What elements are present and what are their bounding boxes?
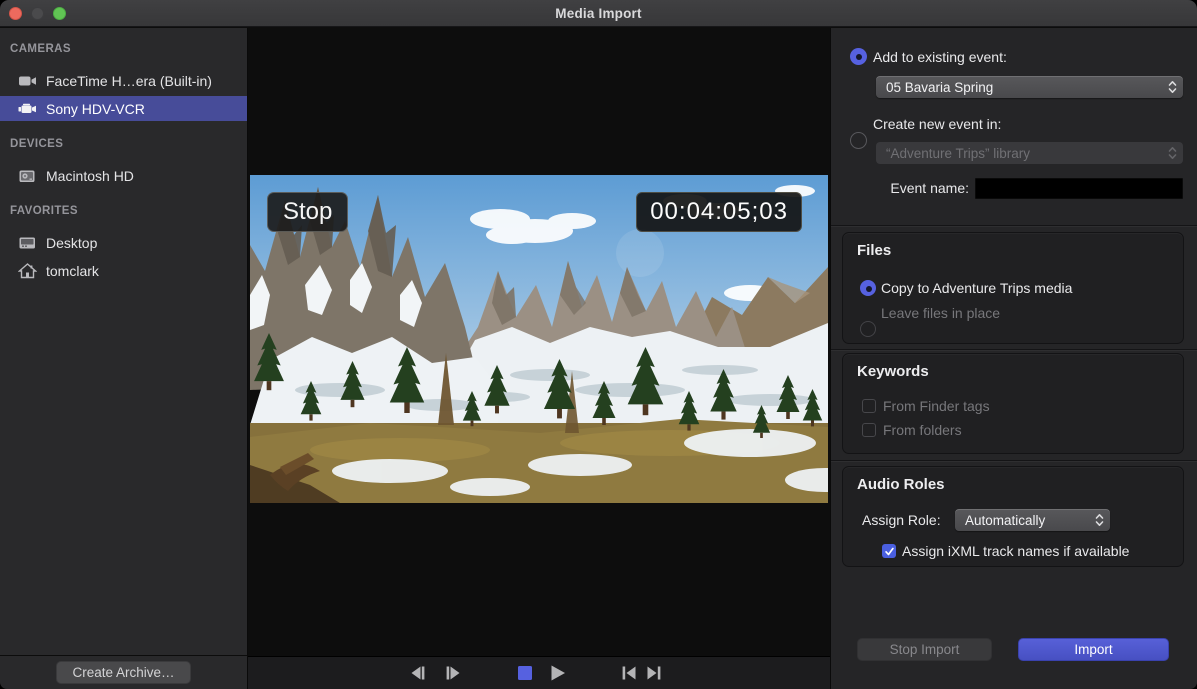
chevron-up-down-icon — [1095, 513, 1104, 527]
add-to-existing-event-radio[interactable] — [850, 48, 867, 65]
create-new-event-label: Create new event in: — [873, 116, 1001, 132]
assign-role-label: Assign Role: — [862, 512, 941, 528]
keywords-group-title: Keywords — [857, 363, 929, 380]
audio-roles-group: Audio Roles Assign Role: Automatically A… — [842, 466, 1184, 567]
video-camera-icon — [18, 73, 37, 89]
sidebar-item-sony-hdv-vcr[interactable]: Sony HDV-VCR — [0, 96, 247, 121]
section-header-cameras: CAMERAS — [10, 43, 71, 55]
event-name-input[interactable] — [975, 178, 1183, 199]
section-header-favorites: FAVORITES — [10, 205, 78, 217]
sidebar-item-label: FaceTime H…era (Built-in) — [46, 73, 212, 89]
media-import-window: Media Import CAMERAS FaceTime H…era (Bui… — [0, 0, 1197, 689]
create-new-event-radio[interactable] — [850, 132, 867, 149]
assign-role-value: Automatically — [965, 513, 1045, 528]
step-backward-button[interactable] — [409, 665, 427, 682]
from-finder-tags-label: From Finder tags — [883, 398, 990, 414]
traffic-lights — [9, 7, 66, 20]
sidebar-item-desktop[interactable]: Desktop — [0, 230, 247, 255]
timecode-display: 00:04:05;03 — [636, 192, 802, 232]
checkmark-icon — [884, 546, 895, 557]
sidebar-item-label: tomclark — [46, 263, 99, 279]
close-button[interactable] — [9, 7, 22, 20]
zoom-button[interactable] — [53, 7, 66, 20]
step-forward-button[interactable] — [444, 665, 462, 682]
sidebar: CAMERAS FaceTime H…era (Built-in) Sony H… — [0, 28, 248, 689]
sidebar-item-label: Sony HDV-VCR — [46, 101, 145, 117]
from-folders-checkbox — [862, 423, 876, 437]
copy-to-media-radio[interactable] — [860, 280, 876, 296]
add-to-existing-event-label: Add to existing event: — [873, 49, 1007, 65]
from-folders-label: From folders — [883, 422, 962, 438]
create-archive-button[interactable]: Create Archive… — [56, 661, 191, 684]
files-group-title: Files — [857, 242, 891, 259]
chevron-up-down-icon — [1168, 146, 1177, 160]
sidebar-footer: Create Archive… — [0, 655, 247, 689]
assign-role-dropdown[interactable]: Automatically — [955, 509, 1110, 531]
sidebar-item-label: Macintosh HD — [46, 168, 134, 184]
stop-capture-overlay-button[interactable]: Stop — [267, 192, 348, 232]
home-icon — [18, 263, 37, 279]
audio-roles-group-title: Audio Roles — [857, 476, 945, 493]
ixml-track-names-checkbox[interactable] — [882, 544, 896, 558]
event-name-label: Event name: — [876, 180, 969, 196]
previous-clip-button[interactable] — [620, 665, 638, 682]
existing-event-dropdown[interactable]: 05 Bavaria Spring — [876, 76, 1183, 98]
desktop-icon — [18, 235, 37, 251]
next-clip-button[interactable] — [645, 665, 663, 682]
transport-bar — [248, 656, 830, 689]
existing-event-value: 05 Bavaria Spring — [886, 80, 993, 95]
ixml-track-names-label: Assign iXML track names if available — [902, 543, 1129, 559]
files-group: Files Copy to Adventure Trips media Leav… — [842, 232, 1184, 344]
hard-drive-icon — [18, 168, 37, 184]
sidebar-item-label: Desktop — [46, 235, 97, 251]
video-preview[interactable]: Stop 00:04:05;03 — [250, 175, 828, 503]
play-button[interactable] — [550, 664, 567, 682]
keywords-group: Keywords From Finder tags From folders — [842, 353, 1184, 454]
copy-to-media-label: Copy to Adventure Trips media — [881, 280, 1072, 296]
from-finder-tags-checkbox — [862, 399, 876, 413]
library-dropdown: “Adventure Trips” library — [876, 142, 1183, 164]
window-title: Media Import — [555, 6, 641, 21]
sidebar-item-tomclark[interactable]: tomclark — [0, 258, 247, 283]
stop-import-button: Stop Import — [857, 638, 992, 661]
titlebar: Media Import — [0, 0, 1197, 27]
camcorder-icon — [18, 101, 37, 117]
chevron-up-down-icon — [1168, 80, 1177, 94]
import-button[interactable]: Import — [1018, 638, 1169, 661]
sidebar-item-macintosh-hd[interactable]: Macintosh HD — [0, 163, 247, 188]
library-value: “Adventure Trips” library — [886, 146, 1030, 161]
stop-playback-button[interactable] — [518, 666, 533, 681]
leave-files-label: Leave files in place — [881, 305, 1000, 321]
minimize-button — [31, 7, 44, 20]
section-header-devices: DEVICES — [10, 138, 63, 150]
import-settings-panel: Add to existing event: 05 Bavaria Spring… — [830, 28, 1197, 689]
preview-area: Stop 00:04:05;03 — [248, 28, 830, 689]
sidebar-item-facetime-camera[interactable]: FaceTime H…era (Built-in) — [0, 68, 247, 93]
leave-files-radio — [860, 321, 876, 337]
